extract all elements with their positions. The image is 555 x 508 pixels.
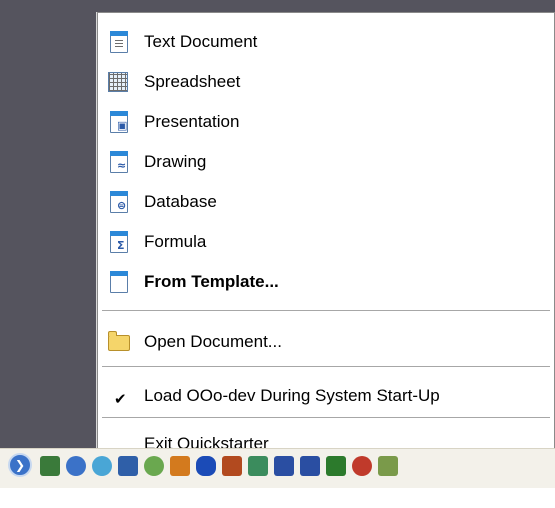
menu-item-label: Spreadsheet [144, 72, 241, 91]
volume-icon[interactable] [222, 456, 242, 476]
menu-item-label: Database [144, 192, 217, 211]
menu-item-database[interactable]: ⊜ Database [98, 182, 554, 222]
wireless-icon[interactable] [326, 456, 346, 476]
menu-item-label: Load OOo-dev During System Start-Up [144, 386, 440, 405]
template-icon [106, 269, 132, 295]
menu-item-label: Text Document [144, 32, 258, 51]
menu-item-label: Presentation [144, 112, 240, 131]
network-icon[interactable] [40, 456, 60, 476]
menu-item-label: Formula [144, 232, 207, 251]
calendar-icon[interactable] [170, 456, 190, 476]
security-icon[interactable] [352, 456, 372, 476]
menu-item-label: Open Document... [144, 332, 282, 351]
zone-alarm-icon[interactable] [118, 456, 138, 476]
menu-item-label: From Template... [144, 272, 279, 291]
network-disconnected-icon[interactable] [274, 456, 294, 476]
tool-icon[interactable] [378, 456, 398, 476]
database-icon: ⊜ [106, 189, 132, 215]
update-icon[interactable] [92, 456, 112, 476]
menu-item-drawing[interactable]: ≈ Drawing [98, 142, 554, 182]
quickstarter-context-menu: Text Document Spreadsheet ▣ Presentation… [97, 12, 555, 459]
folder-icon [106, 329, 132, 355]
show-hidden-icons-chevron[interactable]: ❯ [8, 453, 32, 477]
menu-item-load-at-startup[interactable]: ✔ Load OOo-dev During System Start-Up [98, 376, 554, 416]
system-tray: ❯ [0, 448, 555, 488]
bluetooth-icon[interactable] [196, 456, 216, 476]
sync-icon[interactable] [66, 456, 86, 476]
menu-item-from-template[interactable]: From Template... [98, 262, 554, 302]
text-document-icon [106, 29, 132, 55]
spreadsheet-icon [106, 69, 132, 95]
menu-item-label: Drawing [144, 152, 207, 171]
formula-icon: Σ [106, 229, 132, 255]
menu-separator [102, 366, 550, 368]
menu-separator [102, 310, 550, 312]
agent-icon[interactable] [144, 456, 164, 476]
menu-item-open-document[interactable]: Open Document... [98, 322, 554, 362]
menu-separator [102, 417, 550, 419]
menu-item-presentation[interactable]: ▣ Presentation [98, 102, 554, 142]
menu-item-spreadsheet[interactable]: Spreadsheet [98, 62, 554, 102]
check-icon: ✔ [114, 390, 127, 408]
presentation-icon: ▣ [106, 109, 132, 135]
menu-item-text-document[interactable]: Text Document [98, 22, 554, 62]
menu-item-formula[interactable]: Σ Formula [98, 222, 554, 262]
drawing-icon: ≈ [106, 149, 132, 175]
network-disconnected-icon[interactable] [300, 456, 320, 476]
display-icon[interactable] [248, 456, 268, 476]
